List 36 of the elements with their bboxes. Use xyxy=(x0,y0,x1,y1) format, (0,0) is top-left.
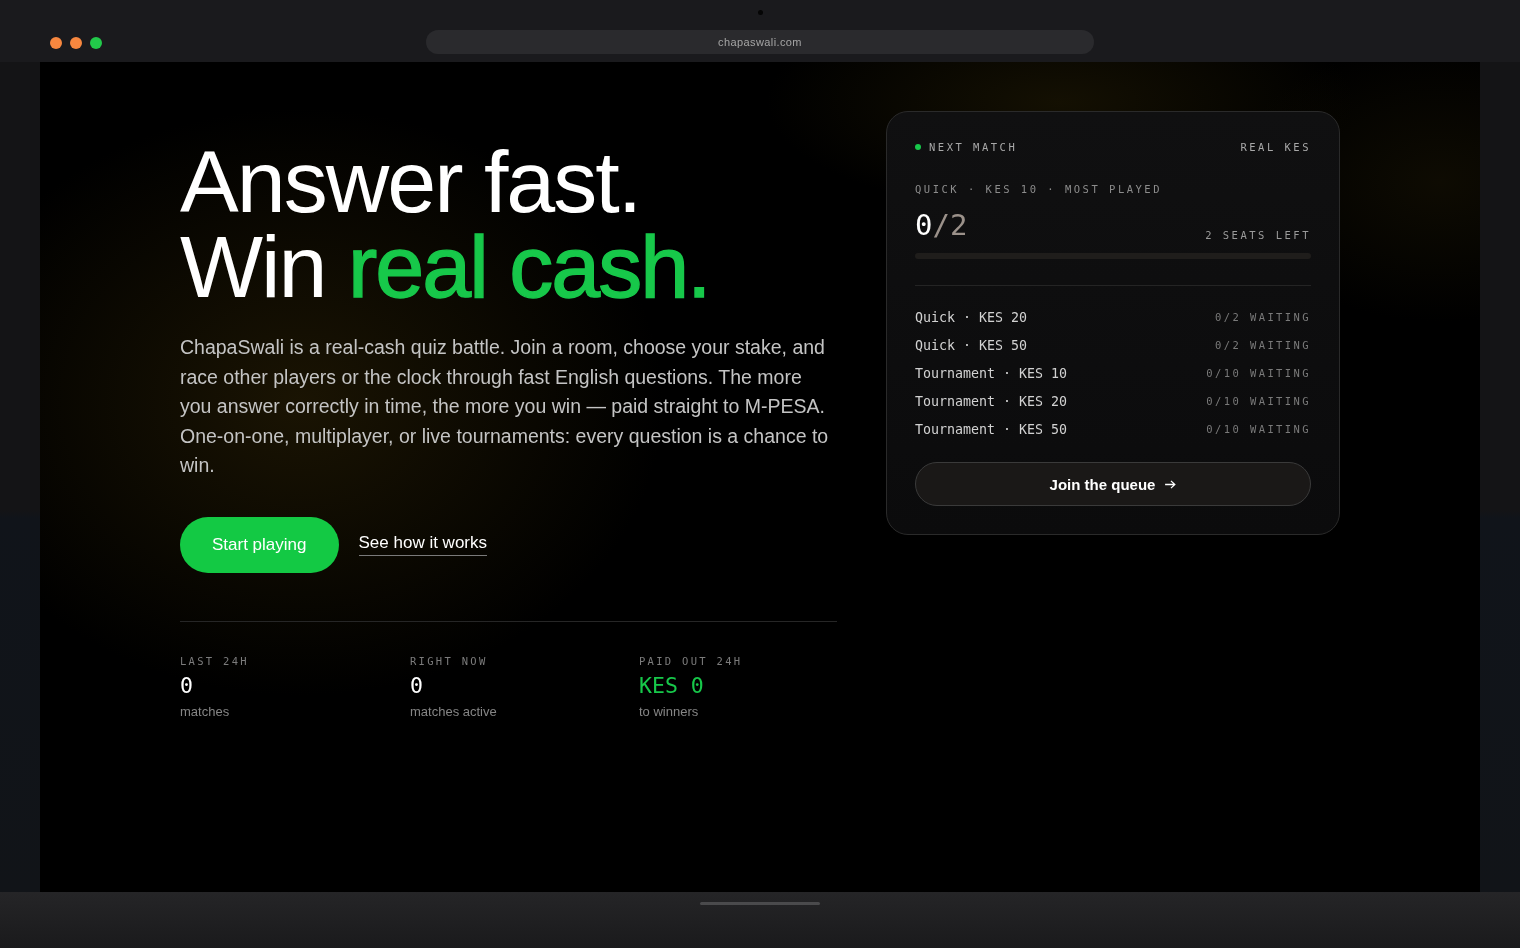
address-bar[interactable]: chapaswali.com xyxy=(426,30,1094,54)
currency-label: REAL KES xyxy=(1240,140,1311,154)
room-status: 0/10 WAITING xyxy=(1206,395,1311,407)
stat-value: 0 xyxy=(180,672,193,699)
stat-caption: matches active xyxy=(410,703,497,720)
card-eyebrow: NEXT MATCH xyxy=(929,140,1018,154)
seats-capacity: /2 xyxy=(932,207,968,243)
room-status: 0/2 WAITING xyxy=(1215,311,1311,323)
stat-caption: to winners xyxy=(639,703,699,720)
room-status: 0/2 WAITING xyxy=(1215,339,1311,351)
stat-caption: matches xyxy=(180,703,230,720)
stat-value: 0 xyxy=(410,672,423,699)
headline: Answer fast. Win real cash. xyxy=(180,139,711,309)
stat-label: LAST 24H xyxy=(180,653,249,668)
room-name: Quick · KES 20 xyxy=(915,309,1028,325)
how-it-works-link[interactable]: See how it works xyxy=(358,533,487,556)
arrow-right-icon xyxy=(1165,479,1177,489)
featured-room-title: QUICK · KES 10 · MOST PLAYED xyxy=(915,182,1163,196)
seats-left: 2 SEATS LEFT xyxy=(1205,228,1311,242)
window-close-icon[interactable] xyxy=(50,37,62,49)
stat-label: RIGHT NOW xyxy=(410,653,488,668)
stat-value: KES 0 xyxy=(639,672,704,699)
description: ChapaSwali is a real-cash quiz battle. Join a room, choose your stake, and race other players or the clock through fast English questions. The more you answer correctly in time, the more you win — paid straight to M-PESA. One-on-one, multiplayer, or live tournaments: every question is a chance to win. xyxy=(180,335,830,478)
room-name: Tournament · KES 10 xyxy=(915,365,1068,381)
room-name: Tournament · KES 50 xyxy=(915,421,1068,437)
stat-label: PAID OUT 24H xyxy=(639,653,743,668)
window-minimize-icon[interactable] xyxy=(70,37,82,49)
window-maximize-icon[interactable] xyxy=(90,37,102,49)
room-status: 0/10 WAITING xyxy=(1206,367,1311,379)
room-status: 0/10 WAITING xyxy=(1206,423,1311,435)
room-name: Tournament · KES 20 xyxy=(915,393,1068,409)
join-queue-button[interactable]: Join the queue xyxy=(915,462,1311,506)
room-name: Quick · KES 50 xyxy=(915,337,1028,353)
camera-dot-icon xyxy=(757,9,763,15)
seats-filled: 0 xyxy=(915,207,933,243)
status-dot-icon xyxy=(915,144,921,150)
